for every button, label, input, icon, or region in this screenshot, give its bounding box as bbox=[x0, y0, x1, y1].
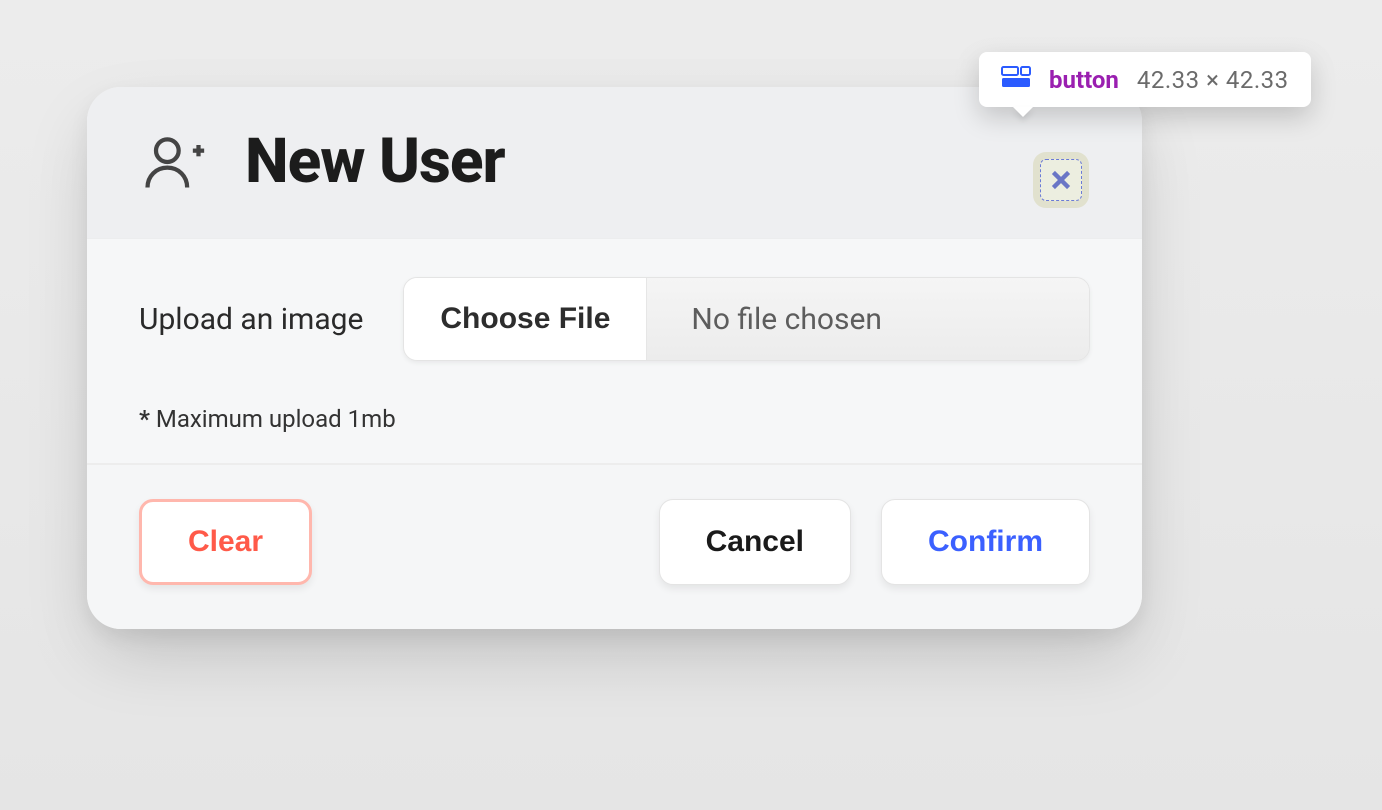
upload-label: Upload an image bbox=[139, 302, 363, 337]
dialog-footer: Clear Cancel Confirm bbox=[87, 463, 1142, 629]
add-user-icon bbox=[139, 128, 207, 196]
cancel-button[interactable]: Cancel bbox=[659, 499, 851, 585]
dialog-header: New User bbox=[87, 87, 1142, 238]
file-picker: Choose File No file chosen bbox=[403, 277, 1090, 361]
layout-icon bbox=[1001, 66, 1031, 94]
dialog-body: Upload an image Choose File No file chos… bbox=[87, 238, 1142, 463]
choose-file-button[interactable]: Choose File bbox=[404, 278, 647, 360]
new-user-dialog: New User Upload an image Choose File No … bbox=[87, 87, 1142, 629]
file-chosen-status: No file chosen bbox=[647, 278, 1089, 360]
close-button[interactable] bbox=[1040, 159, 1082, 201]
hint-text: Maximum upload 1mb bbox=[150, 405, 396, 433]
dialog-title: New User bbox=[245, 125, 505, 198]
confirm-button[interactable]: Confirm bbox=[881, 499, 1090, 585]
hint-asterisk: * bbox=[139, 405, 150, 433]
devtools-inspector-tooltip: button 42.33 × 42.33 bbox=[979, 52, 1311, 107]
upload-hint: * Maximum upload 1mb bbox=[139, 405, 1090, 433]
inspector-tag-name: button bbox=[1049, 66, 1119, 94]
inspector-dimensions: 42.33 × 42.33 bbox=[1137, 66, 1289, 94]
clear-button[interactable]: Clear bbox=[139, 499, 312, 585]
